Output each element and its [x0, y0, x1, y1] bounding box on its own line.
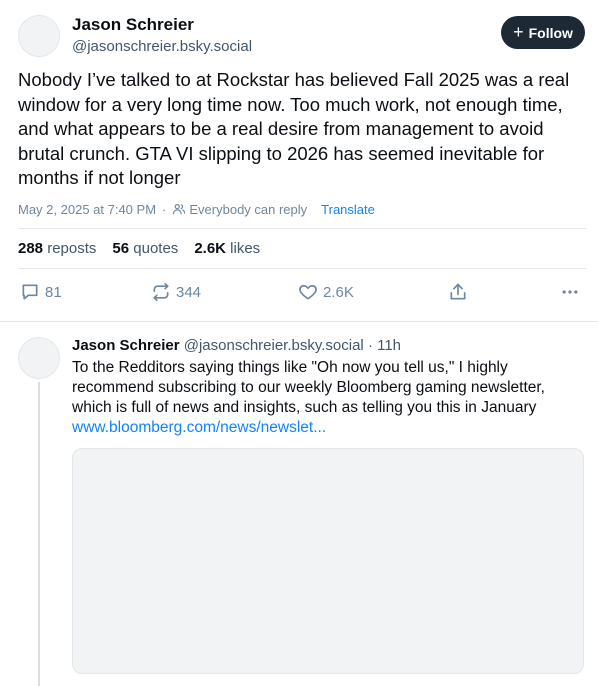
share-button[interactable]: [448, 282, 468, 302]
reply-age[interactable]: 11h: [377, 337, 401, 354]
heart-icon: [299, 284, 317, 300]
reply-avatar[interactable]: [18, 337, 60, 379]
post-header: Jason Schreier @jasonschreier.bsky.socia…: [0, 0, 598, 60]
divider-bottom: [18, 268, 586, 269]
author-handle[interactable]: @jasonschreier.bsky.social: [72, 38, 252, 55]
translate-link[interactable]: Translate: [321, 202, 375, 217]
plus-icon: +: [513, 22, 524, 42]
author-name[interactable]: Jason Schreier: [72, 15, 194, 35]
post-stats: 288 reposts 56 quotes 2.6K likes: [18, 240, 260, 257]
likes-count: 2.6K: [194, 240, 226, 257]
share-icon: [450, 283, 466, 300]
divider-top: [18, 228, 586, 229]
reply-link[interactable]: www.bloomberg.com/news/newslet...: [72, 418, 582, 438]
repost-count: 344: [176, 283, 202, 301]
post-text: Nobody I’ve talked to at Rockstar has be…: [18, 69, 570, 188]
like-count: 2.6K: [323, 283, 354, 301]
follow-label: Follow: [528, 24, 573, 41]
action-bar: 81 344 2.6K: [0, 282, 598, 308]
repost-button[interactable]: 344: [151, 282, 201, 302]
likes-label: likes: [230, 240, 261, 257]
reposts-label: reposts: [47, 240, 97, 257]
like-button[interactable]: 2.6K: [298, 282, 354, 302]
reply-body: To the Redditors saying things like "Oh …: [72, 358, 582, 438]
quotes-stat[interactable]: 56 quotes: [112, 240, 178, 257]
avatar[interactable]: [18, 15, 60, 57]
reply-header: Jason Schreier @jasonschreier.bsky.socia…: [72, 337, 401, 354]
reply-setting: Everybody can reply: [172, 202, 307, 217]
follow-button[interactable]: + Follow: [501, 16, 585, 49]
repost-arrows-icon: [153, 282, 169, 302]
thread-line: [38, 382, 40, 686]
quotes-count: 56: [112, 240, 130, 257]
reply-author-name[interactable]: Jason Schreier: [72, 337, 180, 354]
post-timestamp[interactable]: May 2, 2025 at 7:40 PM: [18, 202, 156, 217]
meta-separator: ·: [162, 201, 167, 217]
reply-count: 81: [45, 283, 62, 301]
people-icon: [173, 204, 186, 215]
more-dots-icon: [562, 290, 578, 294]
likes-stat[interactable]: 2.6K likes: [194, 240, 260, 257]
speech-bubble-icon: [22, 284, 38, 300]
quotes-label: quotes: [133, 240, 179, 257]
reply-separator: ·: [367, 337, 373, 354]
thread-separator: [0, 321, 598, 322]
more-button[interactable]: [560, 282, 580, 302]
post-meta: May 2, 2025 at 7:40 PM · Everybody can r…: [18, 200, 375, 218]
reply-button[interactable]: 81: [20, 282, 62, 302]
reposts-count: 288: [18, 240, 44, 257]
reposts-stat[interactable]: 288 reposts: [18, 240, 96, 257]
reply-author-handle[interactable]: @jasonschreier.bsky.social: [184, 337, 364, 354]
reply-setting-label: Everybody can reply: [189, 201, 308, 217]
reply-text: To the Redditors saying things like "Oh …: [72, 359, 545, 416]
link-card-placeholder[interactable]: [72, 448, 584, 674]
